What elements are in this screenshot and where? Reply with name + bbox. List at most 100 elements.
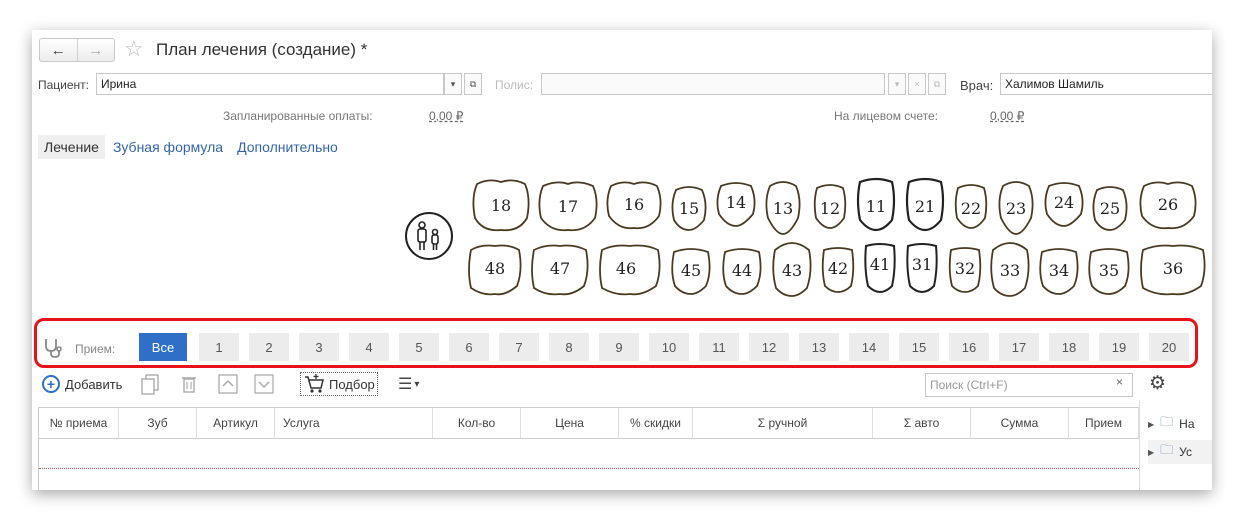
svg-text:12: 12 [820,199,840,218]
svg-text:14: 14 [726,193,746,212]
visit-filter-18[interactable]: 18 [1049,333,1089,361]
tooth-12[interactable]: 12 [811,182,849,230]
svg-text:26: 26 [1158,195,1178,214]
services-table: № приема Зуб Артикул Услуга Кол-во Цена … [38,407,1139,490]
column-header[interactable]: Σ ручной [693,408,873,439]
tooth-48[interactable]: 48 [465,242,525,298]
tooth-25[interactable]: 25 [1089,184,1131,232]
column-header[interactable]: Артикул [197,408,275,439]
visit-filter-2[interactable]: 2 [249,333,289,361]
svg-text:46: 46 [616,259,636,278]
column-header[interactable]: % скидки [619,408,693,439]
svg-text:36: 36 [1163,259,1183,278]
visit-filter-5[interactable]: 5 [399,333,439,361]
search-clear-icon[interactable]: × [1116,375,1123,389]
tooth-15[interactable]: 15 [668,184,710,232]
cart-icon [305,374,324,393]
copy-icon[interactable] [140,373,160,395]
tooth-41[interactable]: 41 [862,240,898,294]
tooth-31[interactable]: 31 [904,240,940,294]
tooth-44[interactable]: 44 [719,244,765,296]
tooth-32[interactable]: 32 [946,244,984,294]
visit-filter-10[interactable]: 10 [649,333,689,361]
tree-item[interactable]: ▶ 🗀 На [1148,413,1195,435]
visit-filter-13[interactable]: 13 [799,333,839,361]
tree-item-label: Ус [1179,445,1192,459]
svg-text:42: 42 [828,259,848,278]
add-button[interactable]: + Добавить [42,375,122,393]
delete-icon[interactable] [180,374,198,394]
visit-filter-all[interactable]: Все [139,333,187,361]
visit-filter-19[interactable]: 19 [1099,333,1139,361]
svg-text:13: 13 [773,199,793,218]
tooth-24[interactable]: 24 [1041,180,1087,228]
visit-filter-6[interactable]: 6 [449,333,489,361]
folder-icon: 🗀 [1160,414,1174,429]
column-header[interactable]: № приема [39,408,119,439]
tooth-13[interactable]: 13 [762,178,804,236]
column-header[interactable]: Σ авто [873,408,971,439]
tooth-42[interactable]: 42 [819,244,857,294]
tooth-36[interactable]: 36 [1137,242,1209,298]
move-down-icon[interactable] [254,374,274,394]
tooth-47[interactable]: 47 [528,242,592,298]
tooth-22[interactable]: 22 [952,182,990,230]
tooth-45[interactable]: 45 [668,244,714,296]
tooth-34[interactable]: 34 [1036,244,1082,296]
pick-button[interactable]: Подбор [300,372,378,396]
column-header[interactable]: Услуга [275,408,433,439]
visit-filter-8[interactable]: 8 [549,333,589,361]
column-header[interactable]: Прием [1069,408,1139,439]
tooth-35[interactable]: 35 [1085,244,1133,296]
tooth-17[interactable]: 17 [535,180,601,234]
gear-icon[interactable]: ⚙ [1149,372,1166,395]
tooth-21[interactable]: 21 [903,176,947,232]
expand-arrow-icon[interactable]: ▶ [1148,420,1154,429]
tooth-11[interactable]: 11 [854,176,898,232]
tree-item[interactable]: ▶ 🗀 Ус [1148,440,1212,464]
tooth-14[interactable]: 14 [713,180,759,228]
svg-text:22: 22 [961,199,981,218]
svg-text:25: 25 [1100,199,1120,218]
tooth-33[interactable]: 33 [987,236,1033,298]
tooth-16[interactable]: 16 [603,180,665,232]
visit-filter-3[interactable]: 3 [299,333,339,361]
more-menu-icon[interactable]: ☰ ▾ [398,374,419,394]
tooth-26[interactable]: 26 [1136,180,1200,232]
svg-text:18: 18 [491,196,511,215]
visit-filter-16[interactable]: 16 [949,333,989,361]
pick-button-label: Подбор [329,376,375,392]
svg-text:33: 33 [1000,261,1020,280]
tooth-46[interactable]: 46 [596,242,664,298]
column-header[interactable]: Цена [521,408,619,439]
search-input[interactable]: Поиск (Ctrl+F) [925,373,1133,397]
tooth-chart: 18 17 16 15 14 13 12 11 21 22 23 24 25 2… [32,30,1212,310]
column-header[interactable]: Зуб [119,408,197,439]
svg-text:41: 41 [870,255,890,274]
visit-filter-12[interactable]: 12 [749,333,789,361]
visit-filter-15[interactable]: 15 [899,333,939,361]
svg-text:43: 43 [782,261,802,280]
tooth-43[interactable]: 43 [769,236,815,298]
visit-filter-9[interactable]: 9 [599,333,639,361]
tooth-23[interactable]: 23 [995,178,1037,236]
add-circle-icon: + [42,375,60,393]
column-header[interactable]: Сумма [971,408,1069,439]
add-button-label: Добавить [65,376,123,392]
svg-text:47: 47 [550,259,570,278]
visit-filter-4[interactable]: 4 [349,333,389,361]
visit-filter-20[interactable]: 20 [1149,333,1189,361]
expand-arrow-icon[interactable]: ▶ [1148,448,1154,457]
visit-filter-1[interactable]: 1 [199,333,239,361]
visit-filter-14[interactable]: 14 [849,333,889,361]
svg-text:15: 15 [679,199,699,218]
svg-text:44: 44 [732,261,752,280]
visit-filter-7[interactable]: 7 [499,333,539,361]
visit-filter-17[interactable]: 17 [999,333,1039,361]
column-header[interactable]: Кол-во [433,408,521,439]
table-row-divider [39,468,1139,469]
move-up-icon[interactable] [218,374,238,394]
svg-text:21: 21 [915,197,935,216]
tooth-18[interactable]: 18 [469,178,533,234]
visit-filter-11[interactable]: 11 [699,333,739,361]
